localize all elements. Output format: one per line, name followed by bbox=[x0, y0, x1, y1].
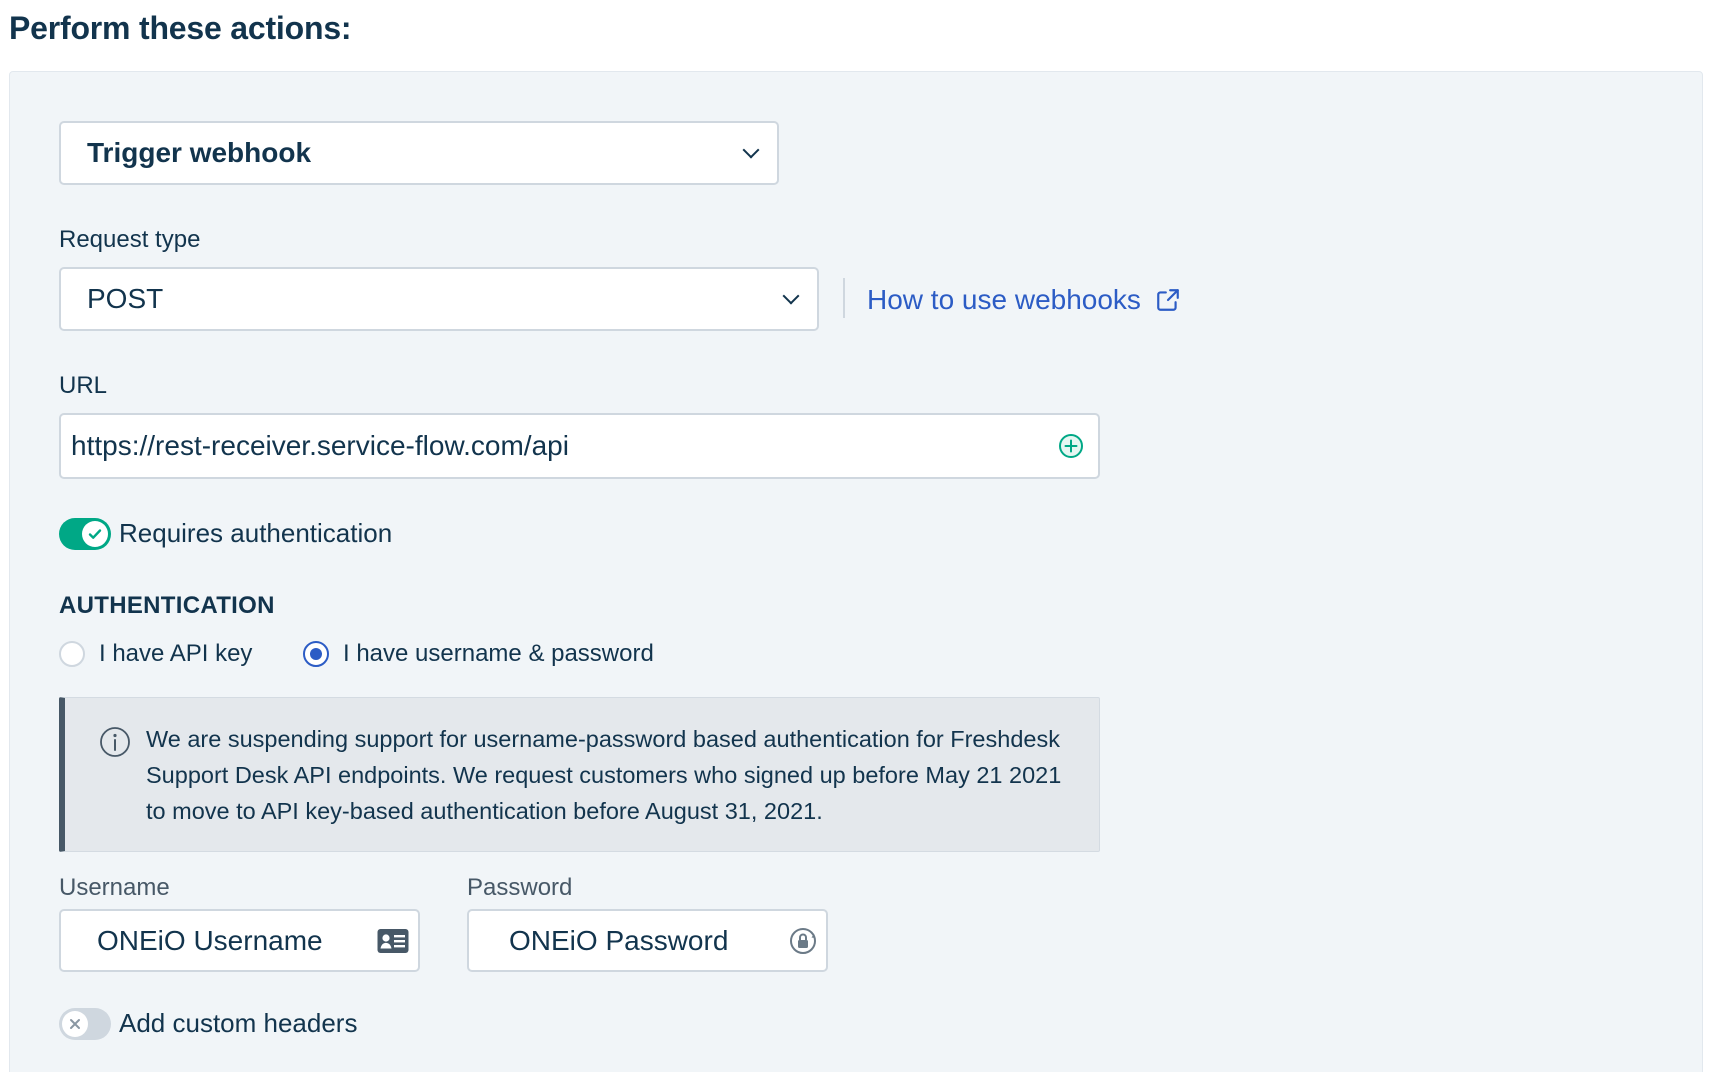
username-field[interactable]: ONEiO Username bbox=[59, 909, 420, 972]
close-icon bbox=[70, 1019, 80, 1029]
password-field[interactable]: ONEiO Password bbox=[467, 909, 828, 972]
contact-card-icon[interactable] bbox=[376, 926, 410, 956]
help-link-label: How to use webhooks bbox=[867, 284, 1141, 315]
radio-api-key[interactable]: I have API key bbox=[59, 640, 252, 668]
url-value: https://rest-receiver.service-flow.com/a… bbox=[71, 430, 569, 461]
password-value: ONEiO Password bbox=[509, 924, 729, 956]
info-icon bbox=[100, 727, 130, 757]
request-type-label: Request type bbox=[59, 226, 201, 253]
radio-username-password[interactable]: I have username & password bbox=[303, 640, 654, 668]
how-to-use-webhooks-link[interactable]: How to use webhooks bbox=[867, 284, 1181, 316]
url-input[interactable]: https://rest-receiver.service-flow.com/a… bbox=[59, 413, 1100, 479]
custom-headers-label: Add custom headers bbox=[119, 1008, 358, 1038]
password-label: Password bbox=[467, 874, 573, 901]
external-link-icon bbox=[1157, 289, 1179, 311]
url-label: URL bbox=[59, 372, 108, 399]
chevron-down-icon bbox=[742, 141, 760, 159]
plus-circle-icon[interactable] bbox=[1058, 433, 1084, 459]
toggle-knob bbox=[82, 521, 108, 547]
requires-auth-label: Requires authentication bbox=[119, 518, 393, 548]
chevron-down-icon bbox=[782, 287, 800, 305]
section-title: Perform these actions: bbox=[9, 10, 352, 46]
custom-headers-toggle[interactable] bbox=[59, 1008, 111, 1040]
radio-circle-checked[interactable] bbox=[303, 641, 329, 667]
radio-circle[interactable] bbox=[59, 641, 85, 667]
actions-panel: Trigger webhook Request type POST How to… bbox=[9, 71, 1703, 1072]
check-icon bbox=[88, 529, 102, 539]
username-value: ONEiO Username bbox=[97, 924, 323, 956]
auth-notice-text: We are suspending support for username-p… bbox=[146, 726, 1062, 824]
vertical-divider bbox=[843, 278, 845, 318]
toggle-knob bbox=[62, 1011, 88, 1037]
authentication-heading: AUTHENTICATION bbox=[59, 592, 275, 619]
requires-auth-toggle[interactable] bbox=[59, 518, 111, 550]
request-type-select[interactable]: POST bbox=[59, 267, 819, 331]
username-label: Username bbox=[59, 874, 170, 901]
action-type-value: Trigger webhook bbox=[87, 137, 312, 168]
radio-api-key-label: I have API key bbox=[99, 640, 253, 667]
action-type-select[interactable]: Trigger webhook bbox=[59, 121, 779, 185]
request-type-value: POST bbox=[87, 283, 164, 314]
radio-username-password-label: I have username & password bbox=[343, 640, 654, 667]
auth-notice: We are suspending support for username-p… bbox=[59, 697, 1100, 852]
lock-refresh-icon[interactable] bbox=[788, 926, 818, 956]
